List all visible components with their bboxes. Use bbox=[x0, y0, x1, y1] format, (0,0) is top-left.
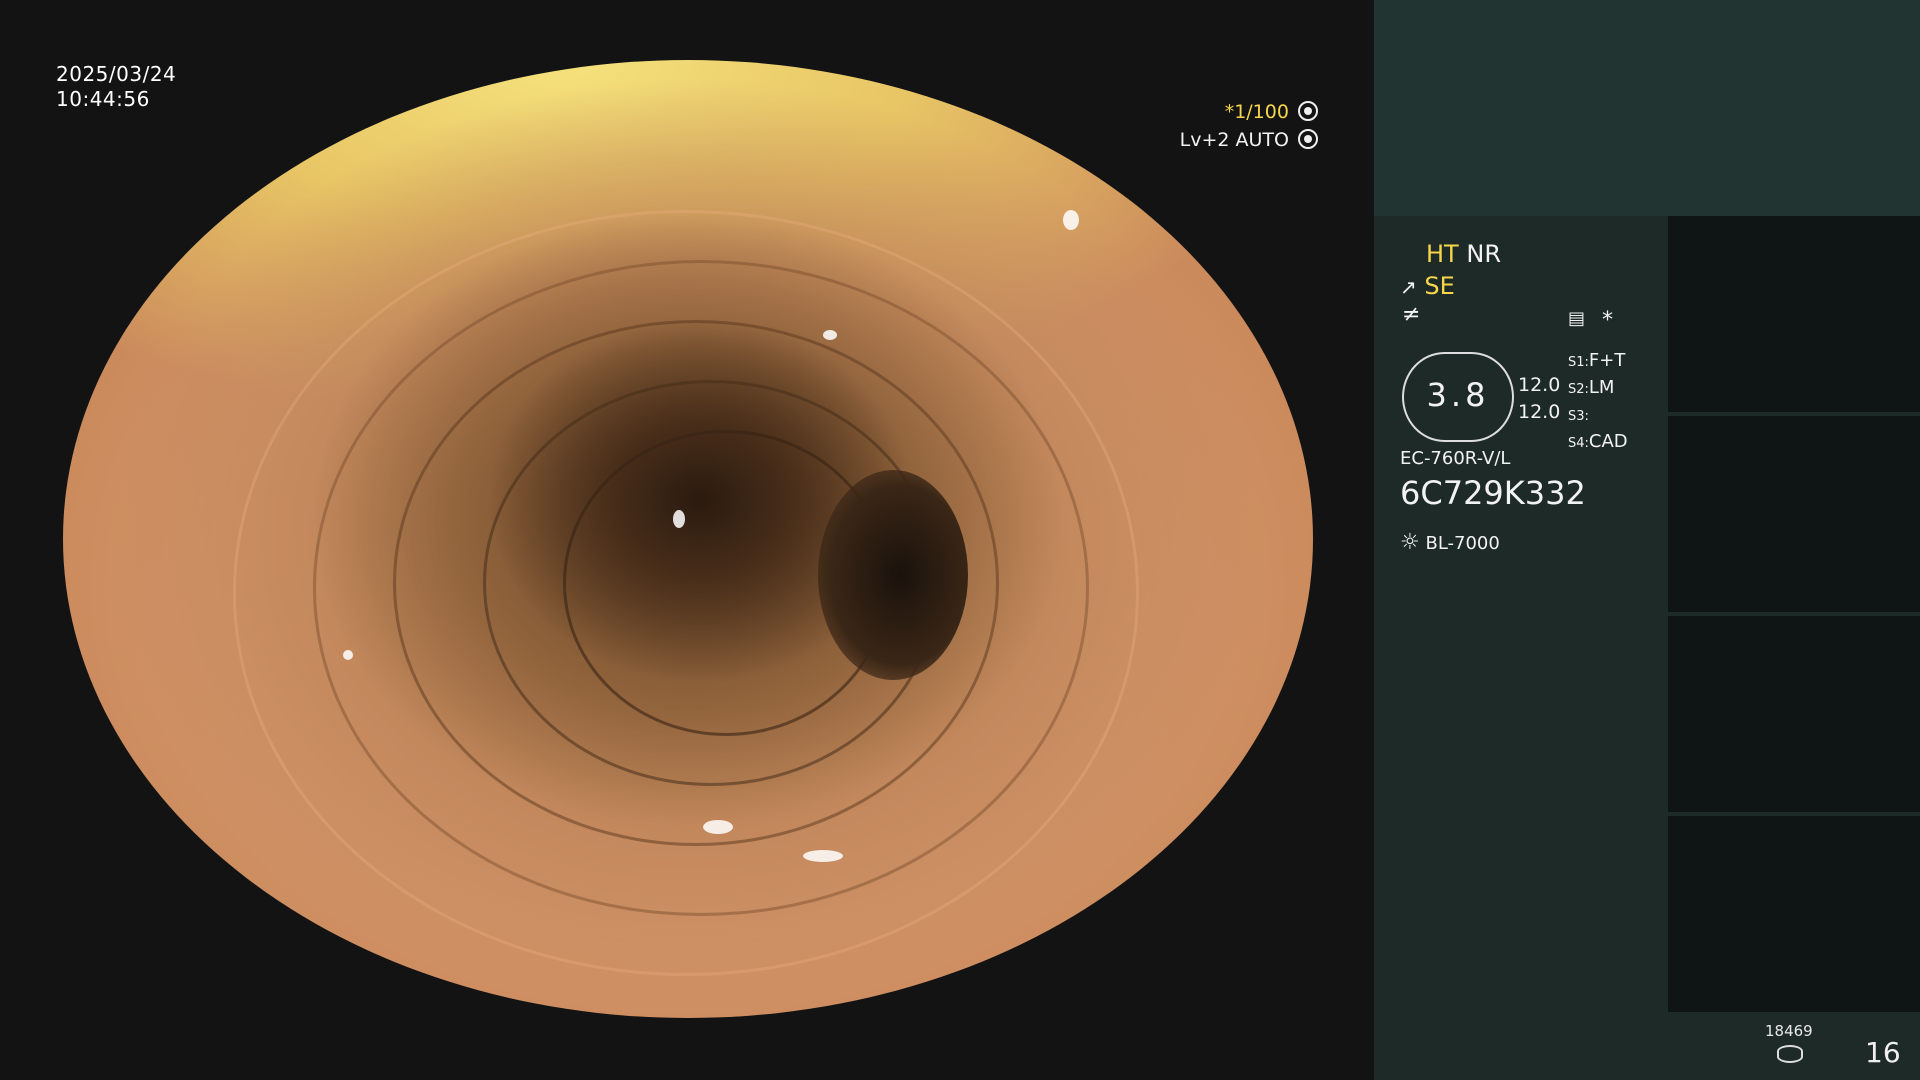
exposure-overlay: *1/100 Lv+2 AUTO bbox=[1180, 98, 1318, 154]
mode-se: SE bbox=[1424, 272, 1455, 300]
gauge: 3.8 bbox=[1402, 352, 1514, 442]
date-text: 2025/03/24 bbox=[56, 62, 177, 86]
thumbnail-3[interactable] bbox=[1668, 616, 1920, 812]
s-switches: S1:F+T S2:LM S3: S4:CAD bbox=[1568, 348, 1628, 456]
structure-icon: ↗ bbox=[1400, 275, 1417, 299]
s1-label: S1: bbox=[1568, 355, 1589, 370]
s1-value: F+T bbox=[1588, 350, 1626, 371]
thumbnail-1[interactable] bbox=[1668, 216, 1920, 412]
settings-icon: ▤ bbox=[1568, 308, 1586, 329]
param-value-2: 12.0 bbox=[1518, 401, 1561, 423]
time-text: 10:44:56 bbox=[56, 87, 150, 111]
param-value-1: 12.0 bbox=[1518, 374, 1561, 396]
star-icon: * bbox=[1602, 308, 1613, 333]
s4-value: CAD bbox=[1588, 431, 1628, 452]
storage-icon bbox=[1777, 1045, 1803, 1063]
shutter-text: *1/100 bbox=[1224, 101, 1289, 123]
s2-value: LM bbox=[1588, 377, 1615, 398]
light-source: BL-7000 bbox=[1425, 533, 1500, 554]
s2-label: S2: bbox=[1568, 382, 1589, 397]
mode-nr: NR bbox=[1466, 240, 1501, 268]
page-number: 16 bbox=[1865, 1036, 1901, 1069]
level-text: Lv+2 AUTO bbox=[1179, 129, 1289, 151]
s4-label: S4: bbox=[1568, 436, 1589, 451]
enhance-icon: ≠ bbox=[1402, 302, 1421, 327]
light-icon: ☼ bbox=[1400, 530, 1420, 555]
auto-icon bbox=[1298, 129, 1318, 149]
endoscope-view bbox=[63, 60, 1313, 1018]
thumbnail-2[interactable] bbox=[1668, 416, 1920, 612]
thumbnail-4[interactable] bbox=[1668, 816, 1920, 1012]
panel-header-area bbox=[1374, 0, 1920, 216]
gauge-value: 3.8 bbox=[1426, 376, 1490, 414]
param-values: 12.0 12.0 bbox=[1518, 372, 1560, 426]
shutter-icon bbox=[1298, 101, 1318, 121]
scope-serial: 6C729K332 bbox=[1400, 474, 1586, 512]
s3-label: S3: bbox=[1568, 409, 1589, 424]
scope-model: EC-760R-V/L bbox=[1400, 448, 1511, 469]
image-count: 18469 bbox=[1765, 1022, 1813, 1040]
mode-ht: HT bbox=[1426, 240, 1459, 268]
datetime-display: 2025/03/24 10:44:56 bbox=[56, 62, 176, 112]
